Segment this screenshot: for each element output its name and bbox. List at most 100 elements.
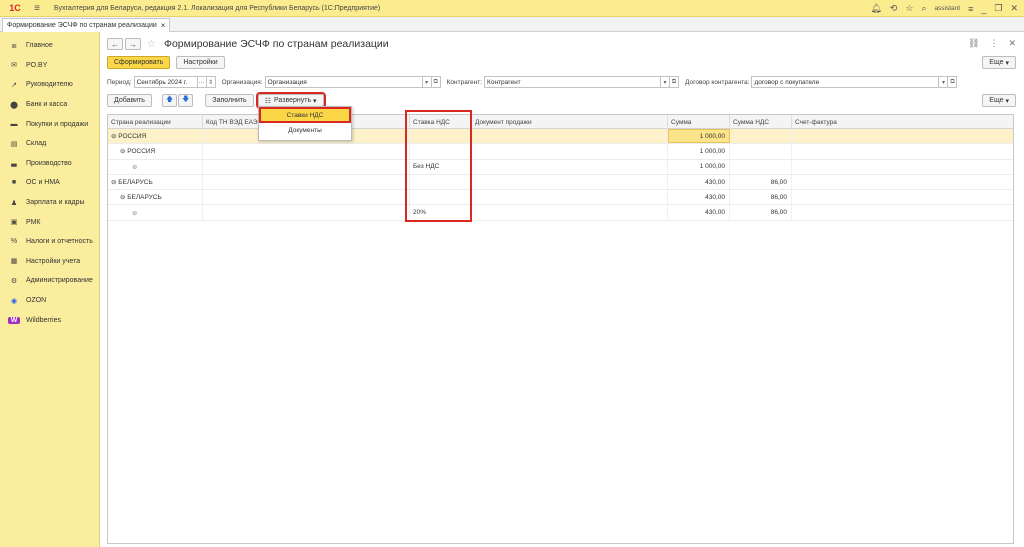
cell-vat-amount: [730, 159, 792, 174]
forward-button[interactable]: →: [125, 38, 141, 50]
people-icon: ♟: [10, 199, 18, 207]
col-amount[interactable]: Сумма: [668, 115, 730, 129]
sidebar-item-poby[interactable]: ✉ PO.BY: [0, 56, 99, 76]
menu-item-documents[interactable]: Документы: [259, 123, 351, 138]
cell-amount[interactable]: 1 000,00: [668, 129, 730, 144]
table-row[interactable]: ⊕ 20% 430,00 86,00: [108, 205, 1013, 221]
page-title: Формирование ЭСЧФ по странам реализации: [163, 38, 389, 50]
sidebar-item-rmk[interactable]: ▣ РМК: [0, 212, 99, 232]
sidebar-item-admin[interactable]: ⚙ Администрирование: [0, 271, 99, 291]
sidebar-item-salary[interactable]: ♟ Зарплата и кадры: [0, 193, 99, 213]
fill-button[interactable]: Заполнить: [205, 94, 254, 107]
close-window-icon[interactable]: ✕: [1010, 3, 1018, 14]
cell-country: ⊖ БЕЛАРУСЬ: [108, 190, 203, 205]
sidebar-item-label: РМК: [26, 218, 41, 226]
mail-icon: ✉: [11, 62, 17, 70]
org-open-icon[interactable]: ⧉: [430, 77, 440, 87]
sidebar-item-wildberries[interactable]: W Wildberries: [0, 310, 99, 330]
cell-vat-rate: [410, 129, 472, 144]
history-icon[interactable]: ⟲: [890, 3, 898, 14]
cell-code: [203, 159, 410, 174]
move-up-button[interactable]: 🡅: [161, 94, 178, 107]
sidebar-item-label: Руководителю: [26, 81, 73, 89]
cell-amount: 430,00: [668, 174, 730, 190]
generate-button[interactable]: Сформировать: [107, 56, 171, 69]
organization-field[interactable]: Организация ▾ ⧉: [264, 76, 441, 88]
tab-esf-form[interactable]: Формирование ЭСЧФ по странам реализации …: [2, 18, 171, 32]
favorite-star-icon[interactable]: ☆: [147, 39, 156, 50]
period-field[interactable]: Сентябрь 2024 г. … ⇕: [133, 76, 216, 88]
add-button[interactable]: Добавить: [107, 94, 152, 107]
header-actions: ⛓ ⋮ ✕: [968, 38, 1016, 49]
sidebar-item-manager[interactable]: ↗ Руководителю: [0, 75, 99, 95]
period-stepper-icon[interactable]: ⇕: [205, 77, 215, 87]
sidebar-item-label: Производство: [26, 159, 72, 167]
sidebar-item-warehouse[interactable]: ▤ Склад: [0, 134, 99, 154]
tab-bar: Формирование ЭСЧФ по странам реализации …: [0, 17, 1024, 32]
cell-vat-amount: [730, 144, 792, 159]
contract-open-icon[interactable]: ⧉: [947, 77, 956, 87]
counterparty-field[interactable]: Контрагент ▾ ⧉: [484, 76, 680, 88]
app-logo-icon: 1С: [9, 3, 21, 13]
menu-item-vat-rates[interactable]: Ставки НДС: [259, 107, 351, 123]
col-country[interactable]: Страна реализации: [108, 115, 203, 129]
sidebar-item-taxes[interactable]: % Налоги и отчетность: [0, 232, 99, 252]
sidebar-item-purchases[interactable]: ▬ Покупки и продажи: [0, 114, 99, 134]
contract-field[interactable]: договор с покупателе ▾ ⧉: [751, 76, 958, 88]
factory-icon: ▃: [11, 160, 17, 168]
contract-value: договор с покупателе: [754, 78, 820, 86]
table-row[interactable]: ⊖ РОССИЯ 1 000,00: [108, 144, 1013, 160]
sidebar-item-bank[interactable]: ⬤ Банк и касса: [0, 95, 99, 115]
truck-icon: ■: [11, 179, 17, 187]
title-bar-actions: 🔔︎ ⟲ ☆ ⌕ assistant ≡ _ ❐ ✕: [870, 0, 1018, 17]
table-row[interactable]: ⊖ БЕЛАРУСЬ 430,00 86,00: [108, 190, 1013, 206]
table-more-button[interactable]: Еще ▾: [982, 94, 1016, 107]
sidebar-item-main[interactable]: ≣ Главное: [0, 36, 99, 56]
sidebar-item-production[interactable]: ▃ Производство: [0, 154, 99, 174]
hamburger-menu-icon[interactable]: ≡: [30, 3, 44, 14]
sidebar-item-ozon[interactable]: ◉ OZON: [0, 291, 99, 311]
more-vertical-icon[interactable]: ⋮: [989, 38, 998, 49]
cell-document: [472, 174, 668, 190]
cell-invoice: [792, 190, 1013, 204]
cell-vat-rate: Без НДС: [410, 159, 472, 174]
move-down-button[interactable]: 🡇: [178, 94, 194, 107]
command-bar: Сформировать Настройки: [107, 56, 225, 69]
contract-dropdown-icon[interactable]: ▾: [938, 77, 947, 87]
restore-icon[interactable]: ❐: [994, 3, 1002, 14]
col-invoice[interactable]: Счет-фактура: [792, 115, 1013, 129]
minimize-icon[interactable]: _: [981, 4, 986, 14]
expand-dropdown-menu: Ставки НДС Документы: [258, 106, 352, 141]
back-button[interactable]: ←: [107, 38, 123, 50]
bell-icon[interactable]: 🔔︎: [870, 3, 881, 14]
settings-menu-icon[interactable]: ≡: [968, 4, 973, 14]
col-vat-rate[interactable]: Ставка НДС: [410, 115, 472, 129]
period-select-icon[interactable]: …: [196, 77, 206, 87]
table-row[interactable]: ⊖ РОССИЯ 1 000,00: [108, 129, 1013, 145]
data-table[interactable]: Страна реализации Код ТН ВЭД ЕАЭС Ставка…: [107, 114, 1014, 544]
col-vat-amount[interactable]: Сумма НДС: [730, 115, 792, 129]
counterparty-dropdown-icon[interactable]: ▾: [660, 77, 669, 87]
cell-amount: 1 000,00: [668, 144, 730, 159]
cart-icon: ▬: [10, 120, 18, 128]
sidebar-item-accounting-settings[interactable]: ▦ Настройки учета: [0, 252, 99, 272]
settings-button[interactable]: Настройки: [176, 56, 225, 69]
cell-amount: 1 000,00: [668, 159, 730, 174]
close-form-icon[interactable]: ✕: [1008, 38, 1016, 49]
user-name[interactable]: assistant: [934, 5, 960, 12]
cell-vat-rate: 20%: [410, 205, 472, 220]
table-row[interactable]: ⊕ Без НДС 1 000,00: [108, 159, 1013, 175]
star-icon[interactable]: ☆: [905, 3, 913, 14]
close-tab-icon[interactable]: ×: [161, 21, 166, 30]
sidebar-item-label: PO.BY: [26, 61, 48, 69]
counterparty-open-icon[interactable]: ⧉: [669, 77, 678, 87]
period-value: Сентябрь 2024 г.: [136, 78, 188, 86]
search-icon[interactable]: ⌕: [921, 3, 926, 14]
sidebar-item-assets[interactable]: ■ ОС и НМА: [0, 173, 99, 193]
link-icon[interactable]: ⛓: [968, 38, 979, 49]
org-dropdown-icon[interactable]: ▾: [421, 77, 431, 87]
cell-country: ⊖ РОССИЯ: [108, 129, 203, 144]
col-sale-document[interactable]: Документ продажи: [472, 115, 668, 129]
more-button[interactable]: Еще ▾: [982, 56, 1016, 69]
table-row[interactable]: ⊖ БЕЛАРУСЬ 430,00 86,00: [108, 174, 1013, 191]
